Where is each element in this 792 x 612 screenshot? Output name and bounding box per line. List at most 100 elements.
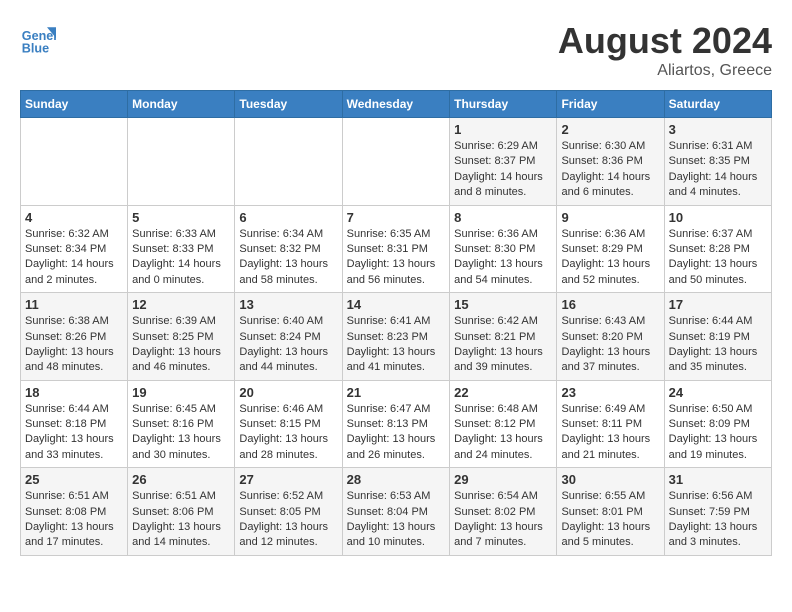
day-number: 25 (25, 472, 123, 487)
calendar-cell: 23 Sunrise: 6:49 AM Sunset: 8:11 PM Dayli… (557, 380, 664, 468)
day-info: Sunrise: 6:48 AM Sunset: 8:12 PM Dayligh… (454, 402, 552, 464)
header-wednesday: Wednesday (342, 91, 450, 118)
calendar-cell: 4 Sunrise: 6:32 AM Sunset: 8:34 PM Daylig… (21, 205, 128, 293)
day-number: 7 (347, 210, 446, 225)
calendar-cell: 9 Sunrise: 6:36 AM Sunset: 8:29 PM Daylig… (557, 205, 664, 293)
day-info: Sunrise: 6:45 AM Sunset: 8:16 PM Dayligh… (132, 402, 230, 464)
header-friday: Friday (557, 91, 664, 118)
calendar-cell: 13 Sunrise: 6:40 AM Sunset: 8:24 PM Dayli… (235, 293, 342, 381)
week-row-0: 1 Sunrise: 6:29 AM Sunset: 8:37 PM Daylig… (21, 118, 772, 206)
calendar-cell: 15 Sunrise: 6:42 AM Sunset: 8:21 PM Dayli… (450, 293, 557, 381)
day-number: 30 (561, 472, 659, 487)
day-number: 13 (239, 297, 337, 312)
calendar-cell: 3Sunrise: 6:31 AM Sunset: 8:35 PM Daylig… (664, 118, 771, 206)
day-info: Sunrise: 6:32 AM Sunset: 8:34 PM Dayligh… (25, 227, 123, 289)
calendar-cell (128, 118, 235, 206)
day-info: Sunrise: 6:49 AM Sunset: 8:11 PM Dayligh… (561, 402, 659, 464)
calendar-cell: 31Sunrise: 6:56 AM Sunset: 7:59 PM Dayli… (664, 468, 771, 556)
calendar-cell: 22Sunrise: 6:48 AM Sunset: 8:12 PM Dayli… (450, 380, 557, 468)
page-header: General Blue August 2024 Aliartos, Greec… (20, 20, 772, 80)
header-sunday: Sunday (21, 91, 128, 118)
calendar-cell: 1 Sunrise: 6:29 AM Sunset: 8:37 PM Daylig… (450, 118, 557, 206)
calendar-cell (235, 118, 342, 206)
calendar-cell: 26Sunrise: 6:51 AM Sunset: 8:06 PM Dayli… (128, 468, 235, 556)
calendar-cell: 8 Sunrise: 6:36 AM Sunset: 8:30 PM Daylig… (450, 205, 557, 293)
svg-text:Blue: Blue (22, 41, 49, 55)
day-info: Sunrise: 6:53 AM Sunset: 8:04 PM Dayligh… (347, 489, 446, 551)
day-number: 19 (132, 385, 230, 400)
day-number: 28 (347, 472, 446, 487)
day-number: 9 (561, 210, 659, 225)
calendar-cell: 29 Sunrise: 6:54 AM Sunset: 8:02 PM Dayli… (450, 468, 557, 556)
week-row-4: 25 Sunrise: 6:51 AM Sunset: 8:08 PM Dayli… (21, 468, 772, 556)
logo-icon: General Blue (20, 20, 56, 56)
day-info: Sunrise: 6:46 AM Sunset: 8:15 PM Dayligh… (239, 402, 337, 464)
calendar-cell: 2Sunrise: 6:30 AM Sunset: 8:36 PM Daylig… (557, 118, 664, 206)
day-number: 11 (25, 297, 123, 312)
calendar-cell: 21 Sunrise: 6:47 AM Sunset: 8:13 PM Dayli… (342, 380, 450, 468)
calendar-cell: 7 Sunrise: 6:35 AM Sunset: 8:31 PM Daylig… (342, 205, 450, 293)
calendar-cell: 25 Sunrise: 6:51 AM Sunset: 8:08 PM Dayli… (21, 468, 128, 556)
day-number: 16 (561, 297, 659, 312)
day-info: Sunrise: 6:55 AM Sunset: 8:01 PM Dayligh… (561, 489, 659, 551)
calendar-table: SundayMondayTuesdayWednesdayThursdayFrid… (20, 90, 772, 556)
calendar-header-row: SundayMondayTuesdayWednesdayThursdayFrid… (21, 91, 772, 118)
day-number: 17 (669, 297, 767, 312)
header-tuesday: Tuesday (235, 91, 342, 118)
header-monday: Monday (128, 91, 235, 118)
calendar-cell: 11 Sunrise: 6:38 AM Sunset: 8:26 PM Dayli… (21, 293, 128, 381)
day-info: Sunrise: 6:41 AM Sunset: 8:23 PM Dayligh… (347, 314, 446, 376)
day-number: 10 (669, 210, 767, 225)
day-number: 24 (669, 385, 767, 400)
calendar-cell: 16 Sunrise: 6:43 AM Sunset: 8:20 PM Dayli… (557, 293, 664, 381)
day-info: Sunrise: 6:47 AM Sunset: 8:13 PM Dayligh… (347, 402, 446, 464)
day-info: Sunrise: 6:43 AM Sunset: 8:20 PM Dayligh… (561, 314, 659, 376)
day-info: Sunrise: 6:51 AM Sunset: 8:08 PM Dayligh… (25, 489, 123, 551)
day-number: 5 (132, 210, 230, 225)
month-year: August 2024 (558, 20, 772, 62)
day-number: 21 (347, 385, 446, 400)
day-number: 26 (132, 472, 230, 487)
day-number: 20 (239, 385, 337, 400)
day-info: Sunrise: 6:54 AM Sunset: 8:02 PM Dayligh… (454, 489, 552, 551)
day-info: Sunrise: 6:36 AM Sunset: 8:30 PM Dayligh… (454, 227, 552, 289)
day-info: Sunrise: 6:40 AM Sunset: 8:24 PM Dayligh… (239, 314, 337, 376)
calendar-cell: 27 Sunrise: 6:52 AM Sunset: 8:05 PM Dayli… (235, 468, 342, 556)
day-number: 4 (25, 210, 123, 225)
header-saturday: Saturday (664, 91, 771, 118)
day-info: Sunrise: 6:52 AM Sunset: 8:05 PM Dayligh… (239, 489, 337, 551)
week-row-3: 18Sunrise: 6:44 AM Sunset: 8:18 PM Dayli… (21, 380, 772, 468)
day-info: Sunrise: 6:33 AM Sunset: 8:33 PM Dayligh… (132, 227, 230, 289)
day-number: 29 (454, 472, 552, 487)
day-info: Sunrise: 6:36 AM Sunset: 8:29 PM Dayligh… (561, 227, 659, 289)
calendar-cell: 24Sunrise: 6:50 AM Sunset: 8:09 PM Dayli… (664, 380, 771, 468)
calendar-cell (21, 118, 128, 206)
day-number: 27 (239, 472, 337, 487)
day-number: 14 (347, 297, 446, 312)
calendar-cell: 10Sunrise: 6:37 AM Sunset: 8:28 PM Dayli… (664, 205, 771, 293)
location: Aliartos, Greece (558, 62, 772, 80)
calendar-body: 1 Sunrise: 6:29 AM Sunset: 8:37 PM Daylig… (21, 118, 772, 556)
day-info: Sunrise: 6:39 AM Sunset: 8:25 PM Dayligh… (132, 314, 230, 376)
day-number: 1 (454, 122, 552, 137)
calendar-cell: 28 Sunrise: 6:53 AM Sunset: 8:04 PM Dayli… (342, 468, 450, 556)
day-info: Sunrise: 6:56 AM Sunset: 7:59 PM Dayligh… (669, 489, 767, 551)
day-info: Sunrise: 6:30 AM Sunset: 8:36 PM Dayligh… (561, 139, 659, 201)
day-info: Sunrise: 6:42 AM Sunset: 8:21 PM Dayligh… (454, 314, 552, 376)
calendar-cell: 17Sunrise: 6:44 AM Sunset: 8:19 PM Dayli… (664, 293, 771, 381)
calendar-cell: 5 Sunrise: 6:33 AM Sunset: 8:33 PM Daylig… (128, 205, 235, 293)
day-info: Sunrise: 6:29 AM Sunset: 8:37 PM Dayligh… (454, 139, 552, 201)
calendar-cell (342, 118, 450, 206)
title-block: August 2024 Aliartos, Greece (558, 20, 772, 80)
day-info: Sunrise: 6:35 AM Sunset: 8:31 PM Dayligh… (347, 227, 446, 289)
day-number: 23 (561, 385, 659, 400)
day-info: Sunrise: 6:34 AM Sunset: 8:32 PM Dayligh… (239, 227, 337, 289)
logo: General Blue (20, 20, 56, 56)
calendar-cell: 19 Sunrise: 6:45 AM Sunset: 8:16 PM Dayli… (128, 380, 235, 468)
day-number: 15 (454, 297, 552, 312)
day-number: 8 (454, 210, 552, 225)
calendar-cell: 14 Sunrise: 6:41 AM Sunset: 8:23 PM Dayli… (342, 293, 450, 381)
day-info: Sunrise: 6:38 AM Sunset: 8:26 PM Dayligh… (25, 314, 123, 376)
week-row-1: 4 Sunrise: 6:32 AM Sunset: 8:34 PM Daylig… (21, 205, 772, 293)
calendar-cell: 6Sunrise: 6:34 AM Sunset: 8:32 PM Daylig… (235, 205, 342, 293)
